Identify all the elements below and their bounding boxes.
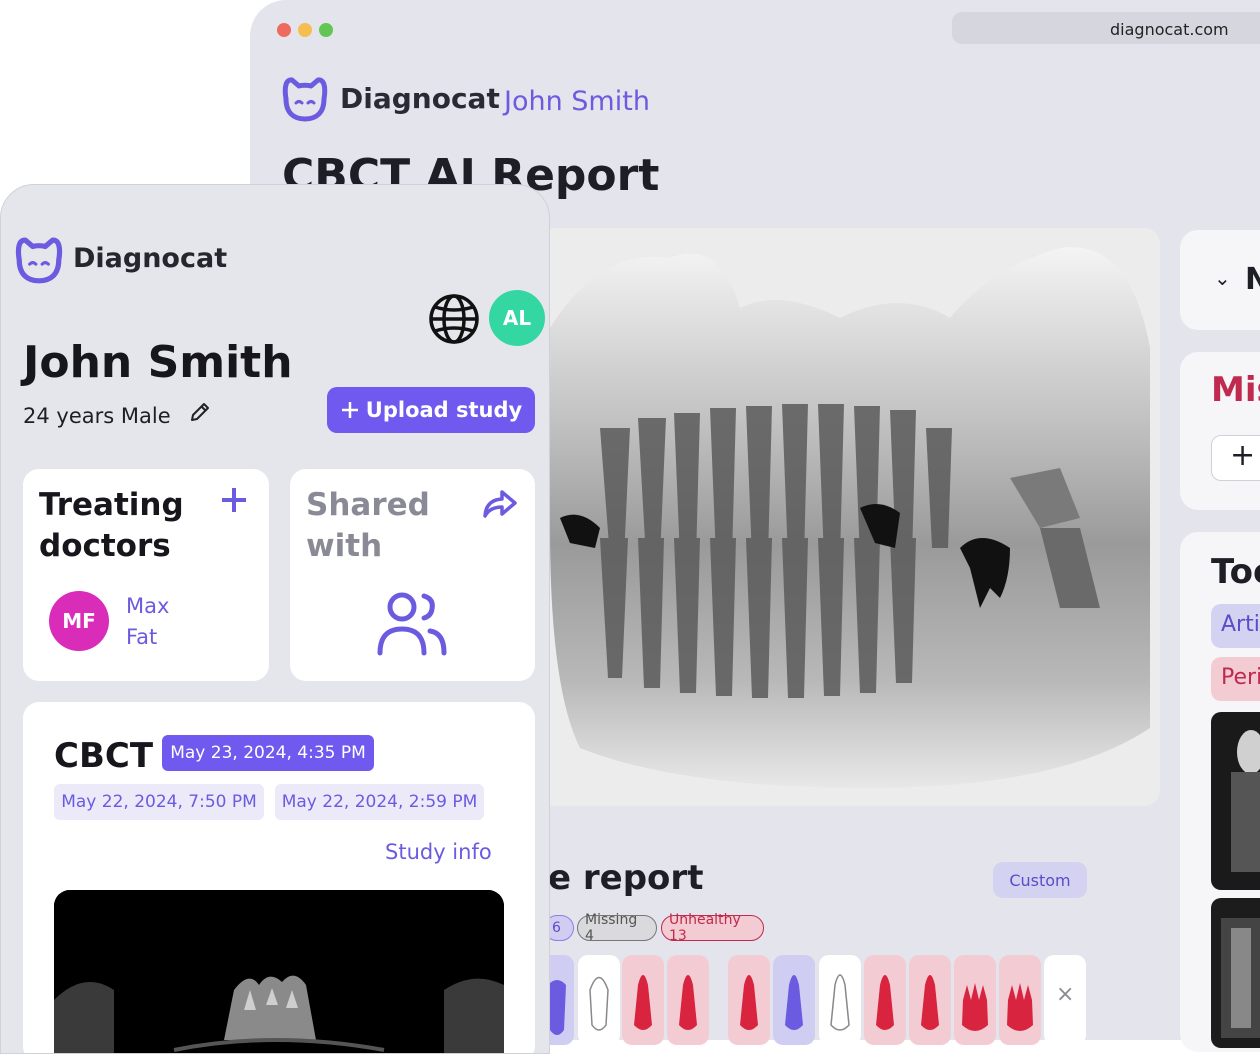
maximize-window-dot[interactable] bbox=[319, 23, 333, 37]
study-date-option[interactable]: May 22, 2024, 2:59 PM bbox=[275, 784, 484, 820]
study-info-link[interactable]: Study info bbox=[385, 840, 492, 864]
tooth-cell[interactable] bbox=[578, 955, 620, 1045]
tooth-cell[interactable] bbox=[864, 955, 906, 1045]
tooth-cell[interactable] bbox=[909, 955, 951, 1045]
plus-icon[interactable]: + bbox=[1230, 438, 1255, 473]
study-thumbnail-image[interactable] bbox=[54, 890, 504, 1053]
diagnocat-logo-icon bbox=[13, 235, 65, 289]
upload-study-button[interactable]: Upload study bbox=[327, 387, 535, 433]
patient-name: John Smith bbox=[23, 337, 293, 388]
tooth-cell[interactable] bbox=[819, 955, 861, 1045]
shared-with-title: Shared with bbox=[306, 487, 430, 564]
tooth-cell[interactable] bbox=[954, 955, 996, 1045]
pencil-icon[interactable] bbox=[189, 401, 211, 427]
study-type: CBCT bbox=[54, 736, 154, 776]
doctor-avatar[interactable]: MF bbox=[49, 591, 109, 651]
globe-icon[interactable] bbox=[428, 293, 480, 349]
tooth-cell[interactable] bbox=[773, 955, 815, 1045]
chevron-down-icon[interactable]: ⌄ bbox=[1214, 266, 1231, 290]
doctor-name[interactable]: Max Fat bbox=[126, 591, 186, 653]
unhealthy-chip[interactable]: Unhealthy 13 bbox=[661, 912, 764, 944]
treating-doctors-title: Treating doctors bbox=[39, 487, 184, 564]
upload-study-label: Upload study bbox=[365, 398, 523, 422]
diagnocat-logo-icon bbox=[280, 75, 330, 127]
tag-arti-label: Arti bbox=[1221, 612, 1260, 637]
tooth-slice-image[interactable] bbox=[1211, 898, 1260, 1048]
minimize-window-dot[interactable] bbox=[298, 23, 312, 37]
address-bar-url: diagnocat.com bbox=[1110, 20, 1229, 39]
missing-chip[interactable]: Missing 4 bbox=[577, 912, 657, 944]
brand-name: Diagnocat bbox=[73, 243, 228, 274]
tag-peri[interactable]: Peri bbox=[1211, 657, 1260, 701]
plus-icon bbox=[341, 402, 358, 418]
tooth-cell[interactable] bbox=[999, 955, 1041, 1045]
patient-sex: Male bbox=[120, 404, 171, 428]
report-section-title: e report bbox=[548, 858, 704, 898]
tooth-cell[interactable] bbox=[667, 955, 709, 1045]
study-date-selected[interactable]: May 23, 2024, 4:35 PM bbox=[162, 735, 374, 771]
avatar[interactable]: AL bbox=[489, 290, 545, 346]
header-user-name[interactable]: John Smith bbox=[504, 86, 650, 117]
tooth-cell[interactable] bbox=[622, 955, 664, 1045]
close-icon[interactable]: × bbox=[1056, 982, 1074, 1007]
side-card-missing-title: Mis bbox=[1211, 370, 1260, 410]
add-doctor-plus-icon[interactable] bbox=[219, 483, 249, 524]
cbct-panoramic-image[interactable] bbox=[540, 228, 1160, 806]
side-card-tooth-title: Too bbox=[1211, 552, 1260, 592]
tooth-cell[interactable] bbox=[728, 955, 770, 1045]
treating-doctors-card: Treating doctors MF Max Fat bbox=[23, 469, 269, 681]
side-card-title: N bbox=[1245, 262, 1260, 297]
tag-arti[interactable]: Arti bbox=[1211, 604, 1260, 648]
study-card: CBCT May 23, 2024, 4:35 PM May 22, 2024,… bbox=[23, 702, 535, 1053]
brand-name: Diagnocat bbox=[340, 82, 500, 115]
shared-with-card: Shared with bbox=[290, 469, 535, 681]
custom-button[interactable]: Custom bbox=[993, 862, 1087, 898]
tag-peri-label: Peri bbox=[1221, 665, 1260, 690]
tooth-slice-image[interactable] bbox=[1211, 712, 1260, 890]
study-date-option[interactable]: May 22, 2024, 7:50 PM bbox=[54, 784, 264, 820]
patient-panel: Diagnocat AL John Smith 24 years Male Up… bbox=[0, 184, 550, 1054]
patient-info: 24 years Male bbox=[23, 404, 171, 428]
window-controls bbox=[277, 23, 333, 37]
share-arrow-icon[interactable] bbox=[482, 489, 518, 523]
close-window-dot[interactable] bbox=[277, 23, 291, 37]
users-icon[interactable] bbox=[376, 587, 448, 663]
patient-age: 24 years bbox=[23, 404, 115, 428]
